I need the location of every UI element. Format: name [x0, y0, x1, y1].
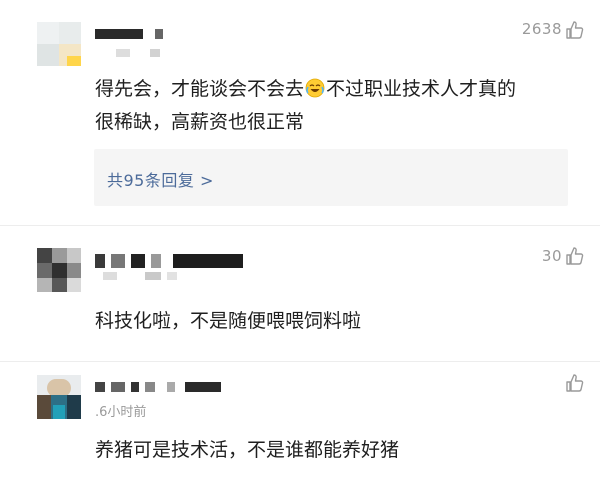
- thumbs-up-icon[interactable]: [565, 20, 585, 40]
- crying-laughing-emoji-icon: [305, 78, 325, 98]
- like-count: 2638: [521, 20, 562, 38]
- comment-text-segment: 得先会，才能谈会不会去: [95, 78, 305, 100]
- comment-3: .6小时前 养猪可是技术活，不是谁都能养好猪: [0, 362, 600, 503]
- thumbs-up-icon[interactable]: [565, 373, 585, 393]
- username-blurred[interactable]: [95, 29, 165, 39]
- comment-text-line-1: 得先会，才能谈会不会去 不过职业技术人才真的: [95, 73, 516, 106]
- replies-label[interactable]: 共95条回复 >: [107, 167, 214, 191]
- thumbs-up-icon[interactable]: [565, 246, 585, 266]
- avatar[interactable]: [37, 248, 81, 292]
- comment-2: 30 科技化啦，不是随便喂喂饲料啦: [0, 226, 600, 351]
- username-blurred[interactable]: [95, 382, 225, 392]
- avatar[interactable]: [37, 22, 81, 66]
- comment-1: 2638 得先会，才能谈会不会去 不过职业技术人才真的 很稀缺，高薪资也很正常 …: [0, 0, 600, 215]
- like-count: 30: [541, 247, 562, 265]
- comment-text: 养猪可是技术活，不是谁都能养好猪: [95, 439, 400, 461]
- meta-blurred: [95, 272, 185, 280]
- comment-text-line-2: 很稀缺，高薪资也很正常: [95, 111, 305, 133]
- comment-text-segment: 不过职业技术人才真的: [326, 78, 517, 100]
- username-blurred[interactable]: [95, 254, 255, 268]
- comment-text: 科技化啦，不是随便喂喂饲料啦: [95, 310, 362, 332]
- meta-blurred: [106, 49, 176, 57]
- replies-link[interactable]: 共95条回复 >: [94, 149, 568, 206]
- timestamp: .6小时前: [95, 405, 147, 420]
- avatar[interactable]: [37, 375, 81, 419]
- comment-text: 得先会，才能谈会不会去 不过职业技术人才真的 很稀缺，高薪资也很正常: [95, 73, 516, 139]
